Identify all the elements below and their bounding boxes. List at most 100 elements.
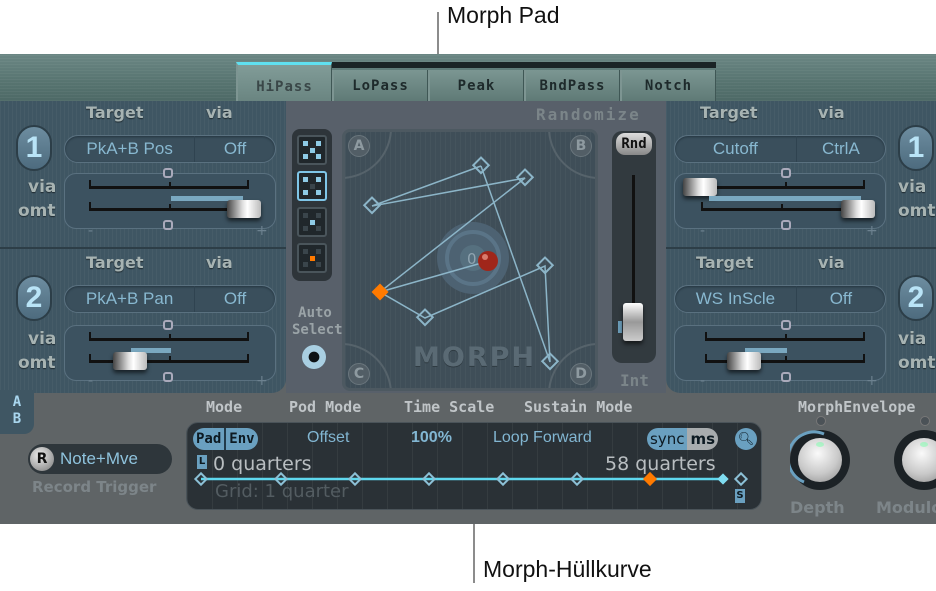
mod-number-badge[interactable]: 2 xyxy=(16,275,52,321)
amount-fader[interactable] xyxy=(727,352,761,370)
rnd-button[interactable]: Rnd xyxy=(616,133,652,155)
amount-fader[interactable] xyxy=(227,200,261,218)
center-knob-bottom[interactable] xyxy=(163,220,173,230)
sustain-marker[interactable]: S xyxy=(735,489,745,503)
center-knob-bottom[interactable] xyxy=(781,220,791,230)
corner-c[interactable]: C xyxy=(348,363,370,385)
center-knob-bottom[interactable] xyxy=(163,372,173,382)
auto-select-button[interactable] xyxy=(302,345,326,369)
mod-number-badge[interactable]: 1 xyxy=(16,125,52,171)
depth-label: Depth xyxy=(790,498,845,517)
target-select[interactable]: Cutoff xyxy=(675,136,797,162)
right-mod-2: Target via WS InScle Off 2 via omt - + xyxy=(666,247,936,393)
morph-ball[interactable] xyxy=(478,251,498,271)
amount-fader[interactable] xyxy=(113,352,147,370)
tab-notch[interactable]: Notch xyxy=(620,70,716,101)
ms-button[interactable]: ms xyxy=(687,428,719,450)
envelope-start-time: 0 quarters xyxy=(213,453,312,475)
pod-mode-value[interactable]: Offset xyxy=(307,429,349,447)
via-track[interactable] xyxy=(705,180,865,189)
tab-peak[interactable]: Peak xyxy=(428,70,524,101)
morph-logo: MORPH xyxy=(413,342,536,373)
minus-label: - xyxy=(88,373,94,389)
modulo-knob-indicator xyxy=(920,442,928,447)
amount-slider-box xyxy=(64,168,276,230)
callout-morph-envelope: Morph-Hüllkurve xyxy=(483,556,652,582)
mod-number-badge[interactable]: 2 xyxy=(898,275,934,321)
amount-label: omt xyxy=(18,201,56,221)
selected-morph-point[interactable] xyxy=(371,283,389,301)
tab-hipass[interactable]: HiPass xyxy=(236,62,332,101)
via-label: via xyxy=(28,329,57,349)
sustain-point[interactable] xyxy=(717,473,729,485)
corner-b[interactable]: B xyxy=(570,135,592,157)
modulo-knob[interactable] xyxy=(894,430,936,490)
sync-button[interactable]: sync xyxy=(647,428,688,450)
pad-point-selector xyxy=(292,129,332,281)
target-select[interactable]: PkA+B Pos xyxy=(65,136,196,162)
record-trigger-label: Record Trigger xyxy=(32,478,157,496)
center-knob-top[interactable] xyxy=(781,320,791,330)
via-track[interactable] xyxy=(705,332,865,341)
left-mod-1: Target via 1 PkA+B Pos Off via omt - + xyxy=(0,101,286,247)
record-trigger-value[interactable]: Note+Mve xyxy=(60,449,138,469)
via-fader[interactable] xyxy=(683,178,717,196)
via-select[interactable]: Off xyxy=(195,286,275,312)
tab-lopass[interactable]: LoPass xyxy=(332,70,428,101)
morph-pad[interactable]: 0 MORPH A B C D xyxy=(342,129,598,391)
select-current-point-button[interactable] xyxy=(297,243,327,273)
loop-marker[interactable]: L xyxy=(197,455,207,469)
via-select[interactable]: Off xyxy=(195,136,275,162)
sync-ms-toggle: sync ms xyxy=(647,428,719,450)
select-4-points-button[interactable] xyxy=(297,171,327,201)
mod-number-badge[interactable]: 1 xyxy=(898,125,934,171)
via-track[interactable] xyxy=(89,332,249,341)
tab-bndpass[interactable]: BndPass xyxy=(524,70,620,101)
via-select[interactable]: CtrlA xyxy=(797,136,885,162)
mode-env-button[interactable]: Env xyxy=(224,428,257,450)
envelope-end-point[interactable] xyxy=(733,471,749,487)
via-label: via xyxy=(898,329,927,349)
int-slider-fader[interactable] xyxy=(623,303,643,341)
record-button[interactable]: R xyxy=(30,447,54,471)
mode-pad-button[interactable]: Pad xyxy=(193,428,224,450)
corner-a[interactable]: A xyxy=(348,135,370,157)
via-select[interactable]: Off xyxy=(797,286,885,312)
ab-toggle[interactable]: A B xyxy=(0,390,34,434)
via-label: via xyxy=(898,177,927,197)
target-select[interactable]: WS InScle xyxy=(675,286,797,312)
amount-track[interactable] xyxy=(89,202,249,211)
depth-knob[interactable] xyxy=(790,430,850,490)
center-knob-top[interactable] xyxy=(781,168,791,178)
time-scale-label: Time Scale xyxy=(404,398,495,416)
right-modulation-panel: Target via Cutoff CtrlA 1 via omt - + Ta… xyxy=(666,101,936,393)
morph-envelope-display[interactable]: Pad Env Offset 100% Loop Forward sync ms… xyxy=(186,422,762,510)
morph-point[interactable] xyxy=(471,156,491,175)
amount-fader[interactable] xyxy=(841,200,875,218)
depth-led xyxy=(816,416,826,426)
target-header: Target xyxy=(696,253,754,272)
target-header: Target xyxy=(86,253,144,272)
minus-label: - xyxy=(88,223,94,239)
randomize-label: Randomize xyxy=(536,105,641,124)
corner-d[interactable]: D xyxy=(570,363,592,385)
center-knob-bottom[interactable] xyxy=(781,372,791,382)
via-range-indicator xyxy=(709,196,861,201)
target-via-selector: PkA+B Pos Off xyxy=(64,135,276,163)
sustain-mode-value[interactable]: Loop Forward xyxy=(493,429,592,447)
target-select[interactable]: PkA+B Pan xyxy=(65,286,196,312)
via-track[interactable] xyxy=(89,180,249,189)
record-trigger-selector[interactable]: R Note+Mve xyxy=(28,444,172,474)
center-knob-top[interactable] xyxy=(163,320,173,330)
amount-label: omt xyxy=(898,201,936,221)
time-scale-value[interactable]: 100% xyxy=(411,429,452,447)
amount-track[interactable] xyxy=(701,202,861,211)
amount-slider-box xyxy=(674,168,886,230)
center-knob-top[interactable] xyxy=(163,168,173,178)
via-header: via xyxy=(818,253,845,272)
select-center-point-button[interactable] xyxy=(297,207,327,237)
zoom-magnifier-icon[interactable]: 🔍︎ xyxy=(735,428,757,450)
int-indicator xyxy=(618,321,622,333)
morph-pad-section: Randomize Auto Select 0 MORPH A B C D Rn… xyxy=(286,101,666,393)
select-5-points-button[interactable] xyxy=(297,135,327,165)
